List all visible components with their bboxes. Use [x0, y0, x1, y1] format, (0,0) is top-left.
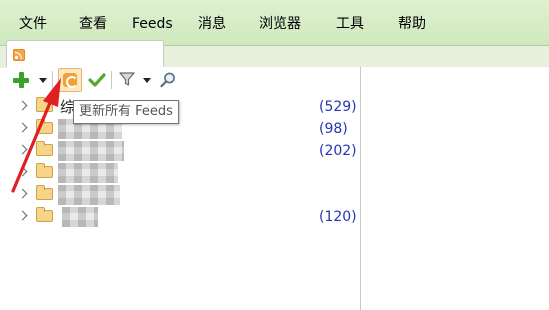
toolbar-separator: [52, 71, 53, 89]
menu-help[interactable]: 帮助: [398, 14, 426, 34]
dropdown-arrow-icon[interactable]: [143, 78, 151, 83]
menu-messages[interactable]: 消息: [198, 14, 226, 34]
feeds-panel: 综 (529) (98) (202) (120): [6, 67, 361, 310]
folder-icon: [36, 97, 53, 112]
chevron-right-icon[interactable]: [17, 122, 28, 133]
menu-browser[interactable]: 浏览器: [259, 14, 301, 34]
redacted-label: [58, 163, 118, 183]
refresh-all-button[interactable]: [58, 68, 82, 92]
search-icon[interactable]: [159, 71, 177, 89]
redacted-label: [58, 141, 124, 161]
dropdown-arrow-icon[interactable]: [39, 78, 47, 83]
chevron-right-icon[interactable]: [17, 144, 28, 155]
menu-tools[interactable]: 工具: [336, 14, 364, 34]
tree-row[interactable]: (120): [6, 207, 361, 227]
chevron-right-icon[interactable]: [17, 100, 28, 111]
add-icon[interactable]: [12, 71, 30, 89]
tree-row[interactable]: (202): [6, 141, 361, 161]
folder-icon: [36, 207, 53, 222]
tooltip: 更新所有 Feeds: [73, 100, 179, 124]
folder-icon: [36, 119, 53, 134]
chevron-right-icon[interactable]: [17, 166, 28, 177]
chevron-right-icon[interactable]: [17, 210, 28, 221]
unread-count: (202): [319, 143, 357, 159]
unread-count: (529): [319, 99, 357, 115]
folder-icon: [36, 141, 53, 156]
content-area: [361, 67, 549, 310]
menu-feeds[interactable]: Feeds: [132, 14, 173, 34]
mark-read-check-icon[interactable]: [88, 72, 106, 88]
toolbar-separator: [111, 71, 112, 89]
unread-count: (120): [319, 209, 357, 225]
chevron-right-icon[interactable]: [17, 188, 28, 199]
folder-icon: [36, 163, 53, 178]
redacted-label: [58, 185, 120, 205]
rss-icon: [13, 49, 25, 61]
redacted-label: [62, 207, 98, 227]
tab-feeds[interactable]: [6, 40, 164, 68]
feeds-toolbar: [6, 67, 361, 93]
unread-count: (98): [319, 121, 348, 137]
tree-row[interactable]: [6, 163, 361, 183]
menu-view[interactable]: 查看: [79, 14, 107, 34]
filter-icon[interactable]: [119, 71, 135, 87]
tree-row[interactable]: [6, 185, 361, 205]
folder-icon: [36, 185, 53, 200]
refresh-all-icon: [63, 73, 78, 88]
menu-file[interactable]: 文件: [19, 14, 47, 34]
tree-row[interactable]: 综 (529): [6, 97, 361, 117]
tree-row[interactable]: (98): [6, 119, 361, 139]
